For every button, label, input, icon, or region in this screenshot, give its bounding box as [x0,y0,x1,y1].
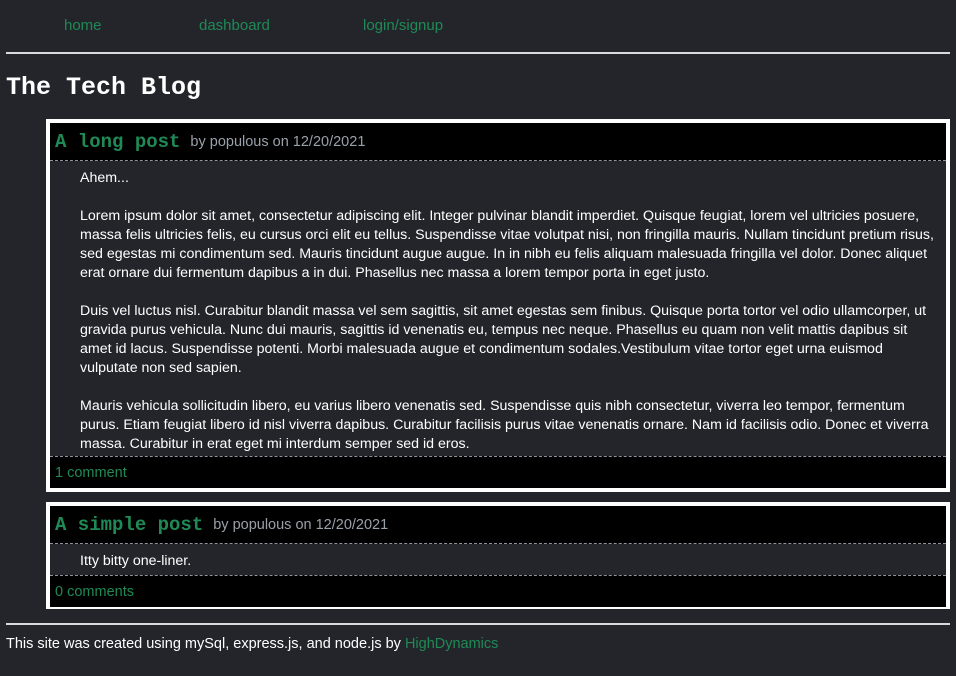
top-nav: home dashboard login/signup [0,0,956,52]
post-body: Itty bitty one-liner. [50,544,946,575]
post-card-long-post: A long post by populous on 12/20/2021 Ah… [46,119,950,492]
post-paragraph: Duis vel luctus nisl. Curabitur blandit … [80,303,927,376]
footer-divider [6,623,950,625]
post-card-simple-post: A simple post by populous on 12/20/2021 … [46,502,950,609]
post-header: A long post by populous on 12/20/2021 [50,123,946,161]
footer-text: This site was created using mySql, expre… [6,636,405,652]
post-meta: by populous on 12/20/2021 [213,516,389,533]
site-title: The Tech Blog [6,73,202,102]
post-meta: by populous on 12/20/2021 [190,133,366,150]
footer-author-link[interactable]: HighDynamics [405,636,498,652]
nav-divider [6,52,950,54]
post-comments-link[interactable]: 1 comment [55,465,127,481]
post-comments-link[interactable]: 0 comments [55,584,134,600]
post-paragraph: Ahem... [80,170,129,186]
site-footer: This site was created using mySql, expre… [6,635,498,653]
post-header: A simple post by populous on 12/20/2021 [50,506,946,544]
nav-link-home[interactable]: home [64,17,102,35]
post-body: Ahem... Lorem ipsum dolor sit amet, cons… [50,161,946,456]
nav-link-login-signup[interactable]: login/signup [363,17,443,35]
post-footer: 1 comment [50,456,946,488]
post-paragraph: Mauris vehicula sollicitudin libero, eu … [80,398,929,452]
post-title[interactable]: A long post [55,131,180,153]
post-title[interactable]: A simple post [55,514,203,536]
nav-link-dashboard[interactable]: dashboard [199,17,270,35]
post-paragraph: Lorem ipsum dolor sit amet, consectetur … [80,208,934,281]
post-paragraph: Itty bitty one-liner. [80,553,192,569]
post-footer: 0 comments [50,575,946,607]
